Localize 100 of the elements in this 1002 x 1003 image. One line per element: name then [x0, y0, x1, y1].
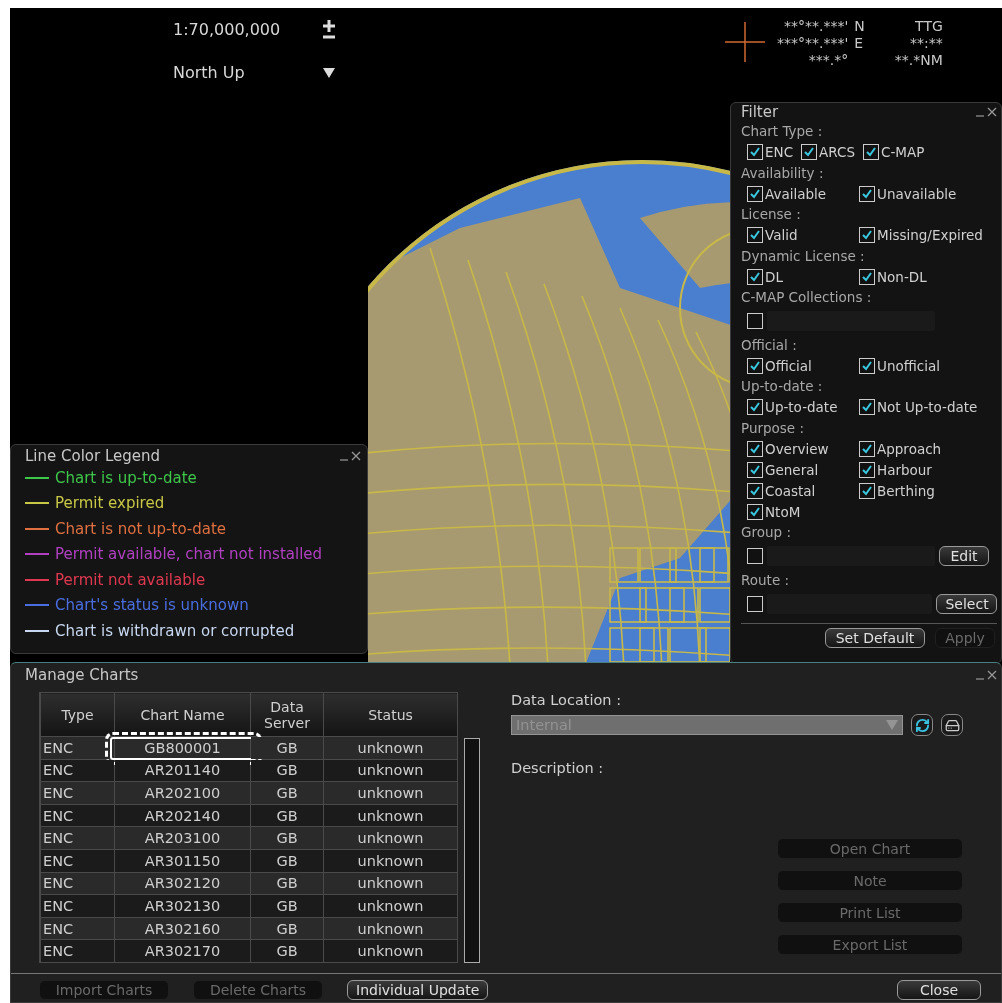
table-cell: unknown: [323, 826, 458, 850]
plus-icon: [323, 20, 335, 32]
section-label: Chart Type :: [741, 122, 824, 141]
section-label: Up-to-date :: [741, 377, 824, 396]
section-label: Route :: [741, 570, 791, 590]
filter-title: Filter: [741, 103, 779, 121]
filter-option[interactable]: Unavailable: [859, 183, 987, 204]
filter-option[interactable]: NtoM: [747, 501, 859, 522]
filter-option[interactable]: DL: [747, 266, 859, 287]
filter-option[interactable]: Overview: [747, 438, 859, 459]
checkbox[interactable]: [859, 482, 875, 499]
course-value: ***.*°: [807, 52, 849, 69]
panel-button[interactable]: Select: [936, 593, 997, 614]
checkbox[interactable]: [747, 268, 763, 285]
orientation-mode[interactable]: North Up: [173, 63, 323, 82]
dropdown-caret-icon[interactable]: [323, 67, 335, 78]
column-header[interactable]: Type: [40, 692, 115, 737]
legend-label: Chart is withdrawn or corrupted: [55, 621, 295, 640]
close-icon[interactable]: [987, 670, 997, 680]
latitude-hemisphere: N: [854, 18, 865, 35]
ttg-value: **:**: [909, 35, 943, 52]
checkbox[interactable]: [801, 144, 818, 160]
minus-icon: [323, 35, 335, 39]
table-cell: AR302160: [114, 917, 251, 940]
checkbox[interactable]: [859, 440, 875, 457]
checkbox[interactable]: [747, 313, 763, 329]
table-cell: unknown: [323, 804, 458, 827]
checkbox[interactable]: [863, 144, 879, 160]
checkbox[interactable]: [747, 357, 763, 374]
legend-label: Permit available, chart not installed: [55, 545, 323, 564]
checkbox[interactable]: [747, 144, 763, 160]
checkbox[interactable]: [747, 548, 763, 564]
close-icon[interactable]: [351, 451, 361, 461]
filter-option[interactable]: Valid: [747, 224, 859, 246]
filter-option[interactable]: General: [747, 459, 859, 480]
panel-button[interactable]: Set Default: [825, 628, 925, 648]
section-label: License :: [741, 205, 802, 224]
filter-option[interactable]: Berthing: [859, 480, 987, 501]
checkbox[interactable]: [747, 482, 763, 499]
table-cell: unknown: [323, 939, 458, 963]
filter-option[interactable]: Harbour: [859, 459, 987, 480]
checkbox[interactable]: [747, 595, 763, 612]
data-location-label: Data Location :: [511, 692, 623, 708]
table-cell: AR302120: [114, 872, 251, 895]
legend-label: Chart is up-to-date: [55, 468, 197, 487]
close-button[interactable]: Close: [897, 980, 981, 1000]
checkbox[interactable]: [747, 503, 763, 520]
section-label: C-MAP Collections :: [741, 288, 873, 307]
manage-charts-title: Manage Charts: [25, 666, 139, 684]
checkbox[interactable]: [747, 185, 763, 202]
drive-button[interactable]: [941, 714, 963, 736]
checkbox[interactable]: [859, 461, 875, 478]
column-header[interactable]: Chart Name: [114, 692, 251, 737]
refresh-button[interactable]: [911, 714, 934, 736]
crosshair-icon: [725, 22, 765, 62]
close-icon[interactable]: [987, 107, 997, 117]
filter-option[interactable]: Non-DL: [859, 266, 987, 287]
filter-option[interactable]: C-MAP: [863, 141, 925, 163]
table-cell: unknown: [323, 736, 458, 760]
table-cell: AR201140: [114, 759, 251, 782]
checkbox[interactable]: [747, 227, 763, 243]
section-label: Dynamic License :: [741, 246, 866, 266]
filter-option[interactable]: Up-to-date: [747, 396, 859, 418]
column-header[interactable]: Status: [323, 692, 458, 737]
longitude-hemisphere: E: [854, 35, 865, 52]
checkbox[interactable]: [747, 399, 763, 415]
checkbox[interactable]: [747, 440, 763, 457]
panel-button[interactable]: Edit: [939, 546, 989, 566]
checkbox[interactable]: [747, 461, 763, 478]
filter-option[interactable]: Official: [747, 355, 859, 376]
checkbox[interactable]: [859, 357, 875, 374]
legend-label: Chart is not up-to-date: [55, 519, 227, 538]
scrollbar[interactable]: [464, 738, 480, 963]
table-cell: AR202140: [114, 804, 251, 827]
table-cell: AR203100: [114, 826, 251, 850]
legend-label: Chart's status is unknown: [55, 596, 249, 615]
filter-option[interactable]: Missing/Expired: [859, 224, 987, 246]
longitude-value: ***°**.***': [777, 35, 849, 52]
table-cell: unknown: [323, 781, 458, 805]
section-label: Group :: [741, 523, 792, 542]
filter-option[interactable]: Unofficial: [859, 355, 987, 376]
filter-option[interactable]: ENC: [747, 141, 794, 163]
column-header[interactable]: Data Server: [250, 692, 324, 737]
table-cell: unknown: [323, 759, 458, 782]
table-cell: unknown: [323, 917, 458, 940]
checkbox[interactable]: [859, 227, 875, 243]
checkbox[interactable]: [859, 399, 875, 415]
checkbox[interactable]: [859, 185, 875, 202]
table-cell: AR301150: [114, 849, 251, 873]
filter-option[interactable]: Coastal: [747, 480, 859, 501]
filter-option[interactable]: Approach: [859, 438, 987, 459]
table-cell: AR302130: [114, 894, 251, 918]
filter-option[interactable]: Available: [747, 183, 859, 204]
dropdown-caret-icon: [886, 720, 899, 730]
action-button[interactable]: Individual Update: [347, 980, 489, 1000]
checkbox[interactable]: [859, 268, 875, 285]
filter-option[interactable]: ARCS: [801, 141, 855, 163]
zoom-buttons[interactable]: [323, 20, 337, 39]
filter-option[interactable]: Not Up-to-date: [859, 396, 987, 418]
legend-label: Permit not available: [55, 570, 206, 589]
